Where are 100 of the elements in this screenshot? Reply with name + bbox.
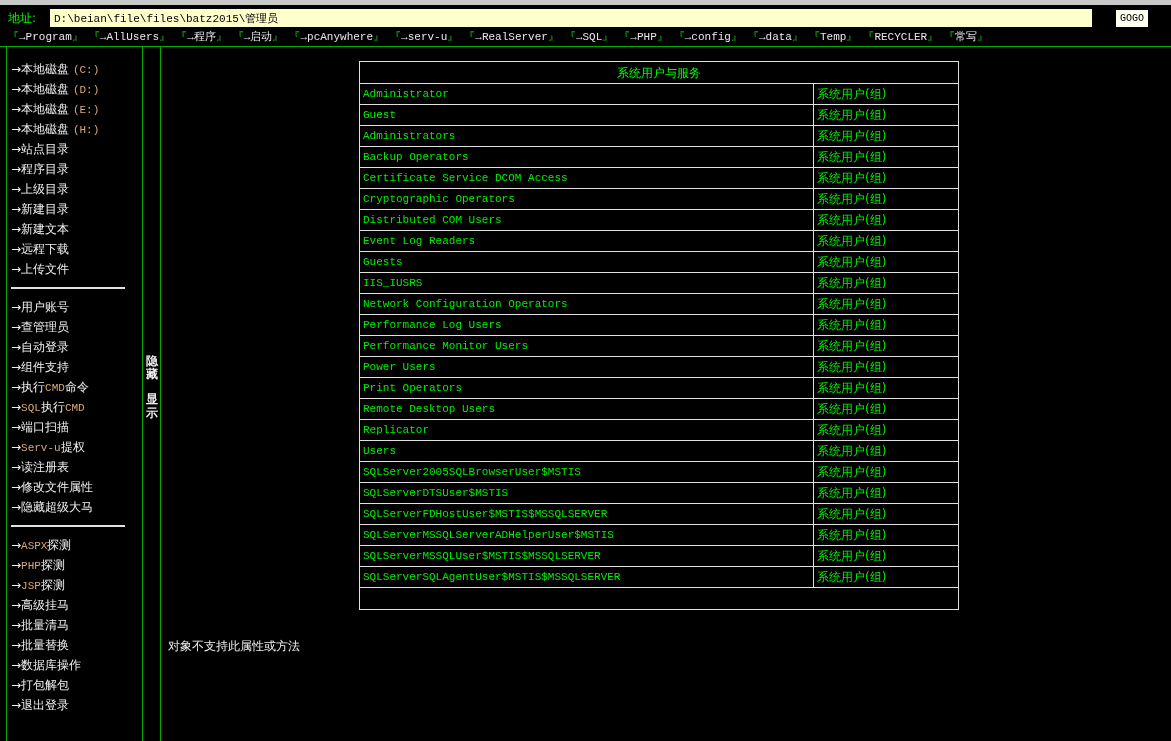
shortcut-link[interactable]: 『→启动』 — [232, 29, 284, 46]
sidebar-link[interactable]: →新建目录 — [11, 199, 138, 219]
table-cell: 系统用户(组) — [813, 377, 959, 399]
shortcut-link[interactable]: 『RECYCLER』 — [863, 29, 939, 46]
sidebar-link[interactable]: →上传文件 — [11, 259, 138, 279]
table-cell: Administrators — [359, 125, 814, 147]
panel-toggle-link[interactable]: 显示 — [145, 393, 158, 420]
sidebar-link[interactable]: →退出登录 — [11, 695, 138, 715]
table-cell: SQLServerMSSQLUser$MSTIS$MSSQLSERVER — [359, 545, 814, 567]
sidebar-link[interactable]: →ASPX探测 — [11, 535, 138, 555]
table-cell: 系统用户(组) — [813, 545, 959, 567]
table-cell: Event Log Readers — [359, 230, 814, 252]
table-cell: Cryptographic Operators — [359, 188, 814, 210]
table-cell: Performance Monitor Users — [359, 335, 814, 357]
sidebar-link[interactable]: →本地磁盘 (E:) — [11, 99, 138, 119]
shortcut-link[interactable]: 『→Program』 — [8, 29, 83, 46]
sidebar-link[interactable]: →端口扫描 — [11, 417, 138, 437]
table-cell: Performance Log Users — [359, 314, 814, 336]
sidebar-link[interactable]: →远程下载 — [11, 239, 138, 259]
sidebar-link[interactable]: →本地磁盘 (D:) — [11, 79, 138, 99]
table-cell: Distributed COM Users — [359, 209, 814, 231]
table-cell: Users — [359, 440, 814, 462]
table-cell: Guest — [359, 104, 814, 126]
table-cell: 系统用户(组) — [813, 188, 959, 210]
sidebar-link[interactable]: →读注册表 — [11, 457, 138, 477]
table-cell: 系统用户(组) — [813, 209, 959, 231]
sidebar-link[interactable]: →隐藏超级大马 — [11, 497, 138, 517]
sidebar-link[interactable]: →PHP探测 — [11, 555, 138, 575]
table-cell: 系统用户(组) — [813, 503, 959, 525]
sidebar-link[interactable]: →Serv-u提权 — [11, 437, 138, 457]
table-cell: 系统用户(组) — [813, 335, 959, 357]
table-cell: 系统用户(组) — [813, 230, 959, 252]
table-cell: Network Configuration Operators — [359, 293, 814, 315]
sidebar-link[interactable]: →高级挂马 — [11, 595, 138, 615]
sidebar-link[interactable]: →执行CMD命令 — [11, 377, 138, 397]
table-cell: Replicator — [359, 419, 814, 441]
sidebar-link[interactable]: →程序目录 — [11, 159, 138, 179]
sidebar-link[interactable]: →本地磁盘 (C:) — [11, 59, 138, 79]
table-cell: 系统用户(组) — [813, 146, 959, 168]
table-cell: 系统用户(组) — [813, 251, 959, 273]
table-cell: 系统用户(组) — [813, 104, 959, 126]
table-cell: SQLServerMSSQLServerADHelperUser$MSTIS — [359, 524, 814, 546]
panel-toggle-link[interactable]: 隐藏 — [145, 355, 158, 382]
sidebar-link[interactable]: →上级目录 — [11, 179, 138, 199]
table-cell: 系统用户(组) — [813, 566, 959, 588]
table-cell: Remote Desktop Users — [359, 398, 814, 420]
shortcut-link[interactable]: 『→程序』 — [176, 29, 227, 46]
go-button[interactable]: GOGO — [1116, 9, 1148, 27]
sidebar-link[interactable]: →查管理员 — [11, 317, 138, 337]
table-title: 系统用户与服务 — [359, 61, 959, 84]
sidebar-link[interactable]: →用户账号 — [11, 297, 138, 317]
shortcut-link[interactable]: 『→data』 — [747, 29, 803, 46]
shortcut-link[interactable]: 『→PHP』 — [619, 29, 668, 46]
sidebar-link[interactable]: →数据库操作 — [11, 655, 138, 675]
table-cell: SQLServerSQLAgentUser$MSTIS$MSSQLSERVER — [359, 566, 814, 588]
table-cell: 系统用户(组) — [813, 440, 959, 462]
sidebar-link[interactable]: →组件支持 — [11, 357, 138, 377]
shortcut-link[interactable]: 『→pcAnywhere』 — [289, 29, 385, 46]
sidebar-link[interactable]: →本地磁盘 (H:) — [11, 119, 138, 139]
table-cell: 系统用户(组) — [813, 419, 959, 441]
table-cell: 系统用户(组) — [813, 125, 959, 147]
table-cell: SQLServer2005SQLBrowserUser$MSTIS — [359, 461, 814, 483]
table-cell: Certificate Service DCOM Access — [359, 167, 814, 189]
sidebar-link[interactable]: →SQL执行CMD — [11, 397, 138, 417]
shortcut-link[interactable]: 『Temp』 — [808, 29, 858, 46]
table-cell: SQLServerFDHostUser$MSTIS$MSSQLSERVER — [359, 503, 814, 525]
address-label: 地址: — [8, 10, 38, 27]
table-cell: 系统用户(组) — [813, 356, 959, 378]
address-field[interactable]: D:\beian\file\files\batz2015\管理员 — [50, 9, 1092, 27]
shortcut-link[interactable]: 『→serv-u』 — [390, 29, 459, 46]
table-cell: SQLServerDTSUser$MSTIS — [359, 482, 814, 504]
error-message: 对象不支持此属性或方法 — [167, 638, 301, 655]
table-cell: 系统用户(组) — [813, 461, 959, 483]
shortcut-link[interactable]: 『→config』 — [673, 29, 742, 46]
sidebar-link[interactable]: →JSP探测 — [11, 575, 138, 595]
sidebar-link[interactable]: →批量替换 — [11, 635, 138, 655]
shortcut-link[interactable]: 『→SQL』 — [564, 29, 614, 46]
sidebar-link[interactable]: →新建文本 — [11, 219, 138, 239]
table-cell: 系统用户(组) — [813, 398, 959, 420]
shortcut-link[interactable]: 『常写』 — [944, 29, 989, 46]
table-cell: 系统用户(组) — [813, 524, 959, 546]
sidebar-link[interactable]: →批量清马 — [11, 615, 138, 635]
sidebar-link[interactable]: →站点目录 — [11, 139, 138, 159]
shortcut-link[interactable]: 『→AllUsers』 — [88, 29, 171, 46]
sidebar-link[interactable]: →修改文件属性 — [11, 477, 138, 497]
table-cell: Backup Operators — [359, 146, 814, 168]
sidebar-link[interactable]: →打包解包 — [11, 675, 138, 695]
table-cell: IIS_IUSRS — [359, 272, 814, 294]
table-cell: 系统用户(组) — [813, 482, 959, 504]
table-cell: 系统用户(组) — [813, 314, 959, 336]
table-cell: Print Operators — [359, 377, 814, 399]
sidebar-link[interactable]: →自动登录 — [11, 337, 138, 357]
table-cell: 系统用户(组) — [813, 83, 959, 105]
table-cell: 系统用户(组) — [813, 293, 959, 315]
table-cell: 系统用户(组) — [813, 272, 959, 294]
table-cell: Power Users — [359, 356, 814, 378]
table-cell: 系统用户(组) — [813, 167, 959, 189]
table-cell: Guests — [359, 251, 814, 273]
shortcut-link[interactable]: 『→RealServer』 — [464, 29, 559, 46]
table-cell: Administrator — [359, 83, 814, 105]
